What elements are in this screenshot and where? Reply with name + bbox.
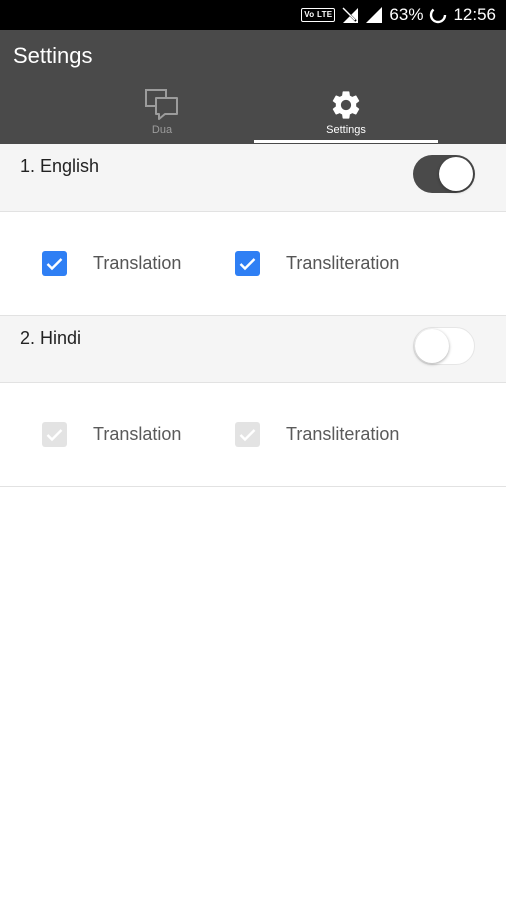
status-bar: Vo LTE 63% 12:56 [0, 0, 506, 30]
tab-settings[interactable]: Settings [254, 84, 438, 144]
tab-indicator [254, 140, 438, 143]
english-transliteration-checkbox[interactable] [235, 251, 260, 276]
english-translation-option[interactable]: Translation [42, 251, 181, 276]
section-header-english: 1. English [0, 144, 506, 212]
tab-settings-label: Settings [326, 124, 366, 136]
clock: 12:56 [453, 5, 496, 24]
hindi-translation-option[interactable]: Translation [42, 422, 181, 447]
volte-badge: Vo LTE [301, 8, 336, 22]
gear-icon [329, 88, 363, 127]
toggle-knob [415, 329, 449, 363]
english-translation-label: Translation [93, 253, 182, 273]
tab-dua-label: Dua [151, 124, 173, 136]
hindi-transliteration-option[interactable]: Transliteration [235, 422, 399, 447]
hindi-translation-checkbox[interactable] [42, 422, 67, 447]
english-transliteration-label: Transliteration [286, 253, 400, 273]
toggle-knob [439, 157, 473, 191]
tab-dua[interactable]: Dua [70, 84, 254, 144]
cell-signal-icon [365, 6, 383, 24]
hindi-toggle[interactable] [413, 327, 475, 365]
english-translation-checkbox[interactable] [42, 251, 67, 276]
page-title: Settings [13, 43, 93, 68]
hindi-transliteration-label: Transliteration [286, 424, 400, 444]
battery-icon [429, 6, 447, 24]
app-bar: Settings Dua Settings [0, 30, 506, 144]
section-label-english: 1. English [20, 156, 100, 176]
english-transliteration-option[interactable]: Transliteration [235, 251, 399, 276]
section-label-hindi: 2. Hindi [20, 328, 82, 348]
section-body-english: Translation Transliteration [0, 212, 506, 316]
section-header-hindi: 2. Hindi [0, 316, 506, 383]
hindi-translation-label: Translation [93, 424, 182, 444]
english-toggle[interactable] [413, 155, 475, 193]
battery-percent: 63% [389, 5, 424, 24]
no-data-signal-icon [341, 6, 359, 24]
chat-bubbles-icon [144, 88, 180, 127]
section-body-hindi: Translation Transliteration [0, 383, 506, 487]
hindi-transliteration-checkbox[interactable] [235, 422, 260, 447]
